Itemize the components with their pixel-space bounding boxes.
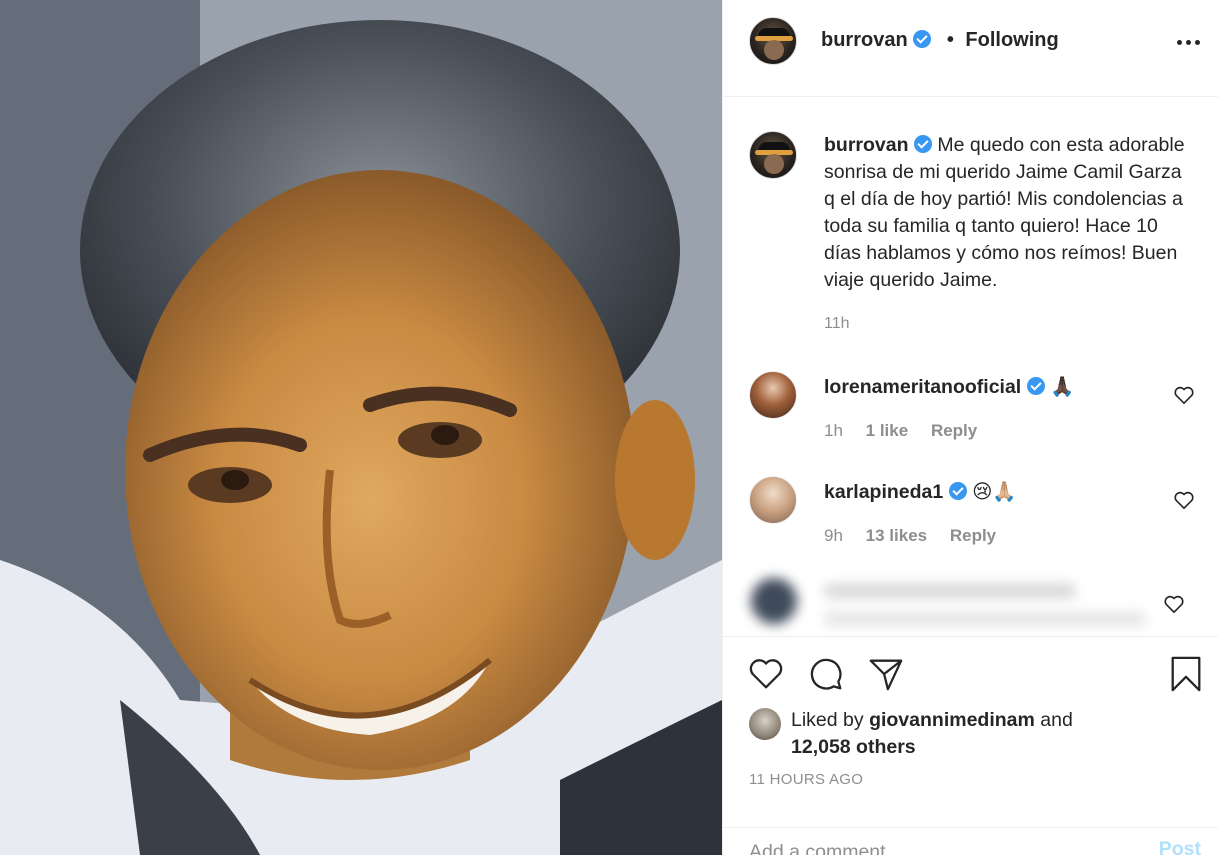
- comment-text: 😢🙏🏼: [972, 481, 1017, 503]
- comment-line: lorenameritanooficial 🙏🏿: [824, 375, 1074, 399]
- commenter-avatar[interactable]: [749, 476, 797, 524]
- reply-button[interactable]: Reply: [931, 421, 977, 440]
- add-comment-bar: Post: [723, 827, 1218, 855]
- author-avatar[interactable]: [749, 17, 797, 65]
- post-side-panel: burrovan • Following burrovan Me quedo c…: [722, 0, 1218, 855]
- post-header: burrovan • Following: [723, 0, 1218, 97]
- comment-like-heart-icon[interactable]: [1163, 594, 1185, 614]
- bookmark-icon[interactable]: [1167, 655, 1205, 693]
- author-username[interactable]: burrovan: [821, 29, 908, 51]
- others-likes-link[interactable]: 12,058 others: [791, 736, 916, 758]
- verified-badge-icon: [1026, 377, 1045, 395]
- commenter-avatar[interactable]: [749, 371, 797, 419]
- comment-time[interactable]: 9h: [824, 526, 843, 545]
- caption-text-block: burrovan Me quedo con esta adorable sonr…: [824, 132, 1194, 294]
- post-comment-button[interactable]: Post: [1159, 838, 1201, 855]
- comment-like-heart-icon[interactable]: [1173, 385, 1195, 405]
- liked-by-prefix: Liked by: [791, 709, 864, 731]
- commenter-username[interactable]: lorenameritanooficial: [824, 376, 1021, 398]
- header-user-line: burrovan • Following: [821, 29, 1059, 52]
- comment-line: karlapineda1 😢🙏🏼: [824, 480, 1017, 504]
- blurred-comment: [749, 568, 1149, 634]
- comment-text: 🙏🏿: [1050, 376, 1075, 398]
- comment-icon[interactable]: [807, 655, 845, 693]
- caption-body: Me quedo con esta adorable sonrisa de mi…: [824, 134, 1185, 291]
- separator-dot: •: [946, 29, 954, 51]
- comment-item: karlapineda1 😢🙏🏼 9h 13 likes Reply: [749, 476, 1199, 566]
- heart-icon[interactable]: [747, 655, 785, 693]
- more-options-icon[interactable]: [1177, 38, 1201, 46]
- liked-by-text: Liked by giovannimedinam and 12,058 othe…: [791, 707, 1111, 761]
- following-button[interactable]: Following: [965, 29, 1058, 51]
- commenter-username[interactable]: karlapineda1: [824, 481, 943, 503]
- liked-by-joiner: and: [1040, 709, 1073, 731]
- verified-badge-icon: [913, 30, 932, 48]
- reply-button[interactable]: Reply: [950, 526, 996, 545]
- caption-timestamp[interactable]: 11h: [824, 315, 850, 333]
- post-timestamp[interactable]: 11 HOURS AGO: [749, 771, 863, 788]
- comment-input[interactable]: [749, 838, 1129, 855]
- caption-author-username[interactable]: burrovan: [824, 134, 909, 156]
- caption-author-avatar[interactable]: [749, 131, 797, 179]
- comment-item: lorenameritanooficial 🙏🏿 1h 1 like Reply: [749, 371, 1199, 461]
- post-photo[interactable]: [0, 0, 722, 855]
- portrait-image: [0, 0, 722, 855]
- verified-badge-icon: [913, 135, 932, 153]
- liker-username[interactable]: giovannimedinam: [869, 709, 1035, 731]
- comment-likes[interactable]: 1 like: [866, 421, 909, 440]
- liker-avatar[interactable]: [749, 708, 781, 740]
- comment-time[interactable]: 1h: [824, 421, 843, 440]
- share-icon[interactable]: [867, 655, 905, 693]
- comment-like-heart-icon[interactable]: [1173, 490, 1195, 510]
- comment-likes[interactable]: 13 likes: [866, 526, 927, 545]
- comment-meta: 9h 13 likes Reply: [824, 526, 1014, 546]
- verified-badge-icon: [948, 482, 967, 500]
- post-actions: Liked by giovannimedinam and 12,058 othe…: [723, 636, 1218, 855]
- comment-meta: 1h 1 like Reply: [824, 421, 995, 441]
